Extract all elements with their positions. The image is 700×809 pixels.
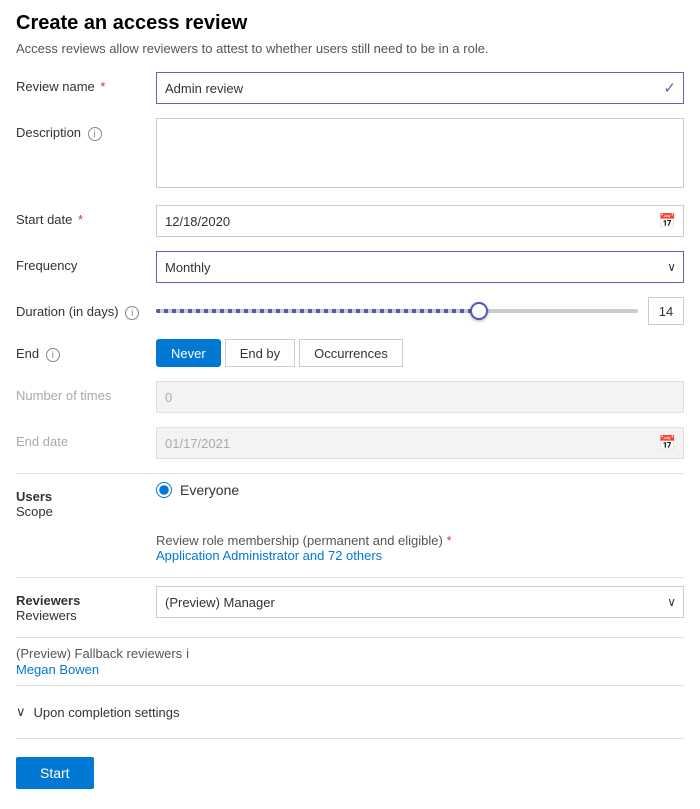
reviewers-select[interactable]: (Preview) Manager Selected user(s) Membe…	[156, 586, 684, 618]
slider-fill	[156, 309, 479, 313]
page-title: Create an access review	[16, 12, 684, 35]
completion-settings-row[interactable]: ∨ Upon completion settings	[16, 694, 684, 730]
end-label: End i	[16, 339, 156, 362]
review-name-input[interactable]	[156, 72, 684, 104]
number-of-times-row: Number of times 0	[16, 381, 684, 413]
scope-control: Everyone	[156, 482, 684, 498]
duration-label: Duration (in days) i	[16, 297, 156, 320]
number-of-times-control: 0	[156, 381, 684, 413]
reviewers-control: (Preview) Manager Selected user(s) Membe…	[156, 586, 684, 618]
description-textarea[interactable]	[156, 118, 684, 188]
slider-bg	[156, 309, 638, 313]
start-date-label: Start date *	[16, 205, 156, 227]
start-date-row: Start date * 📅	[16, 205, 684, 237]
check-icon: ✓	[663, 79, 676, 97]
frequency-label: Frequency	[16, 251, 156, 273]
start-date-input[interactable]	[156, 205, 684, 237]
completion-chevron-icon: ∨	[16, 704, 26, 720]
duration-row: Duration (in days) i 14	[16, 297, 684, 325]
review-name-row: Review name * ✓	[16, 72, 684, 104]
duration-value: 14	[648, 297, 684, 325]
duration-info-icon[interactable]: i	[125, 306, 139, 320]
end-date-row: End date 01/17/2021 📅	[16, 427, 684, 459]
scope-radio-row: Everyone	[156, 482, 684, 498]
reviewers-label: Reviewers Reviewers	[16, 586, 156, 623]
divider-2	[16, 577, 684, 578]
description-info-icon[interactable]: i	[88, 127, 102, 141]
end-never-button[interactable]: Never	[156, 339, 221, 367]
number-of-times-label: Number of times	[16, 381, 156, 403]
end-toggle: Never End by Occurrences	[156, 339, 684, 367]
end-occurrences-button[interactable]: Occurrences	[299, 339, 403, 367]
end-by-button[interactable]: End by	[225, 339, 295, 367]
number-of-times-field: 0	[156, 381, 684, 413]
end-row: End i Never End by Occurrences	[16, 339, 684, 367]
frequency-select[interactable]: Weekly Monthly Quarterly Semi-annually A…	[156, 251, 684, 283]
start-date-control: 📅	[156, 205, 684, 237]
divider-4	[16, 685, 684, 686]
scope-everyone-radio[interactable]	[156, 482, 172, 498]
completion-label: Upon completion settings	[34, 705, 180, 720]
slider-fill-right	[479, 309, 638, 313]
end-date-control: 01/17/2021 📅	[156, 427, 684, 459]
end-control: Never End by Occurrences	[156, 339, 684, 367]
review-role-section: Review role membership (permanent and el…	[156, 533, 684, 563]
duration-control: 14	[156, 297, 684, 325]
end-date-wrapper: 01/17/2021 📅	[156, 427, 684, 459]
divider-5	[16, 738, 684, 739]
review-role-link[interactable]: Application Administrator and 72 others	[156, 548, 382, 563]
users-scope-label: Users Scope	[16, 482, 156, 519]
reviewers-row: Reviewers Reviewers (Preview) Manager Se…	[16, 586, 684, 623]
end-date-label: End date	[16, 427, 156, 449]
slider-thumb[interactable]	[470, 302, 488, 320]
description-control	[156, 118, 684, 191]
duration-slider-container	[156, 301, 638, 321]
end-date-calendar-icon: 📅	[659, 435, 676, 452]
users-scope-row: Users Scope Everyone	[16, 482, 684, 519]
description-label: Description i	[16, 118, 156, 141]
description-row: Description i	[16, 118, 684, 191]
divider-3	[16, 637, 684, 638]
end-date-field: 01/17/2021	[156, 427, 684, 459]
page-subtitle: Access reviews allow reviewers to attest…	[16, 41, 684, 56]
reviewers-select-wrapper: (Preview) Manager Selected user(s) Membe…	[156, 586, 684, 618]
divider-1	[16, 473, 684, 474]
end-info-icon[interactable]: i	[46, 348, 60, 362]
scope-everyone-label: Everyone	[180, 482, 239, 498]
fallback-link[interactable]: Megan Bowen	[16, 662, 99, 677]
frequency-select-wrapper: Weekly Monthly Quarterly Semi-annually A…	[156, 251, 684, 283]
fallback-info-icon[interactable]: i	[186, 646, 189, 661]
frequency-control: Weekly Monthly Quarterly Semi-annually A…	[156, 251, 684, 283]
start-button[interactable]: Start	[16, 757, 94, 789]
review-name-control: ✓	[156, 72, 684, 104]
frequency-row: Frequency Weekly Monthly Quarterly Semi-…	[16, 251, 684, 283]
fallback-section: (Preview) Fallback reviewers i Megan Bow…	[16, 646, 684, 677]
review-name-label: Review name *	[16, 72, 156, 94]
